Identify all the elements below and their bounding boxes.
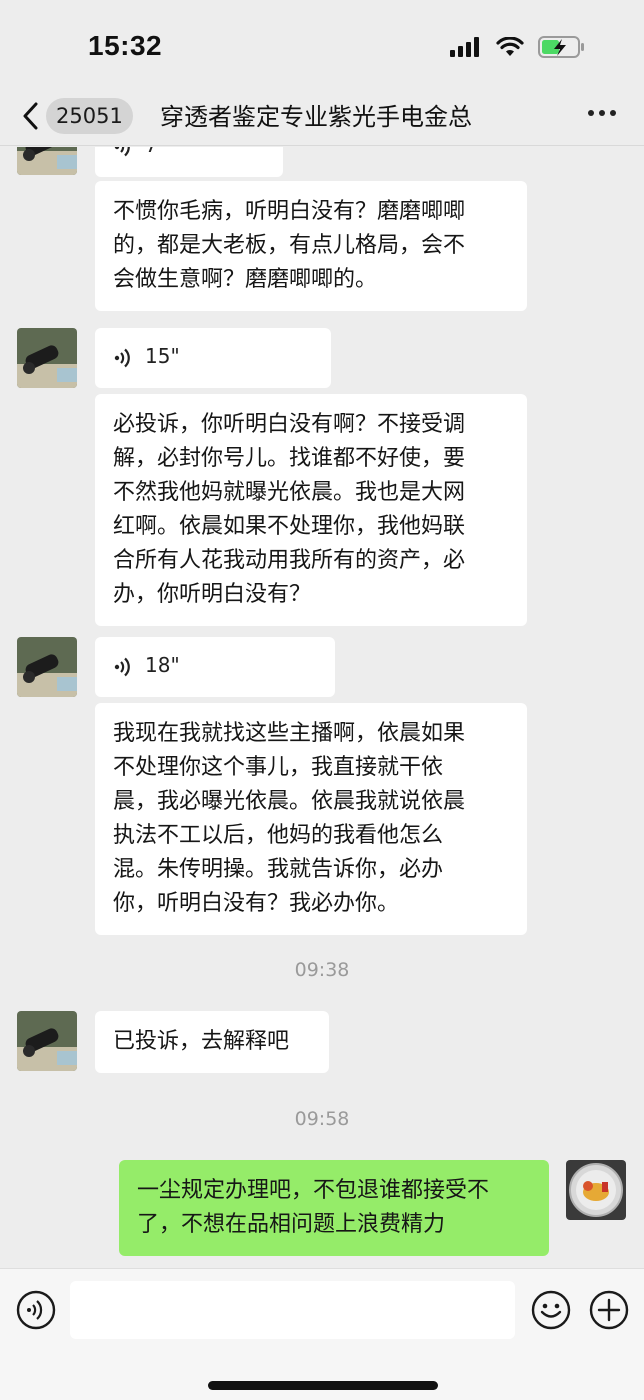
sent-message-bubble[interactable]: 一尘规定办理吧，不包退谁都接受不 了，不想在品相问题上浪费精力 [119, 1160, 549, 1256]
message-line: 会做生意啊？磨磨唧唧的。 [113, 267, 378, 292]
avatar-coin-image [566, 1160, 626, 1220]
message-line: 合所有人花我动用我所有的资产，必 [113, 548, 466, 573]
contact-avatar[interactable] [17, 1011, 77, 1071]
avatar-flashlight-image [17, 147, 77, 175]
message-bubble[interactable]: 不惯你毛病，听明白没有？磨磨唧唧 的，都是大老板，有点儿格局，会不 会做生意啊？… [95, 181, 527, 311]
message-line: 的，都是大老板，有点儿格局，会不 [113, 233, 466, 258]
contact-avatar[interactable] [17, 147, 77, 175]
wifi-icon [496, 37, 524, 56]
message-line: 已投诉，去解释吧 [113, 1029, 290, 1054]
voice-message[interactable]: 7 [95, 147, 283, 177]
chat-title: 穿透者鉴定专业紫光手电金总 [160, 103, 472, 131]
message-line: 不惯你毛病，听明白没有？磨磨唧唧 [113, 199, 466, 224]
message-line: 必投诉，你听明白没有啊？不接受调 [113, 412, 466, 437]
status-bar: 15:32 [0, 0, 644, 88]
message-line: 不然我他妈就曝光依晨。我也是大网 [113, 480, 466, 505]
chat-header: 25051 穿透者鉴定专业紫光手电金总 [0, 88, 644, 146]
timestamp: 09:58 [294, 1108, 350, 1130]
message-bubble[interactable]: 我现在我就找这些主播啊，依晨如果 不处理你这个事儿，我直接就干依 晨，我必曝光依… [95, 703, 527, 935]
contact-avatar[interactable] [17, 637, 77, 697]
message-list[interactable]: 7 不惯你毛病，听明白没有？磨磨唧唧 的，都是大老板，有点儿格局，会不 会做生意… [0, 147, 644, 1267]
message-bubble[interactable]: 必投诉，你听明白没有啊？不接受调 解，必封你号儿。找谁都不好使，要 不然我他妈就… [95, 394, 527, 626]
message-line: 我现在我就找这些主播啊，依晨如果 [113, 721, 466, 746]
timestamp: 09:38 [294, 959, 350, 981]
message-line: 办，你听明白没有？ [113, 582, 312, 607]
voice-input-icon[interactable] [15, 1289, 57, 1331]
status-time: 15:32 [88, 30, 163, 61]
message-line: 执法不工以后，他妈的我看他怎么 [113, 823, 444, 848]
message-input[interactable] [70, 1281, 515, 1339]
chevron-left-icon[interactable] [20, 101, 42, 131]
battery-charging-icon [538, 36, 584, 58]
voice-waves-icon [114, 657, 130, 677]
message-line: 红啊。依晨如果不处理你，我他妈联 [113, 514, 466, 539]
message-line: 一尘规定办理吧，不包退谁都接受不 [137, 1178, 490, 1203]
message-bubble[interactable]: 已投诉，去解释吧 [95, 1011, 329, 1073]
voice-duration: 18" [145, 653, 180, 677]
status-icons [450, 36, 586, 58]
input-bar [0, 1268, 644, 1400]
contact-avatar[interactable] [17, 328, 77, 388]
my-avatar[interactable] [566, 1160, 626, 1220]
plus-icon[interactable] [588, 1289, 630, 1331]
voice-message[interactable]: 18" [95, 637, 335, 697]
more-icon[interactable] [588, 110, 616, 116]
avatar-flashlight-image [17, 328, 77, 388]
unread-count-badge[interactable]: 25051 [46, 98, 133, 134]
message-line: 不处理你这个事儿，我直接就干依 [113, 755, 444, 780]
home-indicator [208, 1381, 438, 1390]
message-line: 你，听明白没有？我必办你。 [113, 891, 400, 916]
signal-icon [450, 37, 479, 57]
voice-duration: 15" [145, 344, 180, 368]
voice-waves-icon [114, 147, 130, 157]
message-line: 了，不想在品相问题上浪费精力 [137, 1212, 446, 1237]
message-line: 解，必封你号儿。找谁都不好使，要 [113, 446, 466, 471]
voice-waves-icon [114, 348, 130, 368]
avatar-flashlight-image [17, 637, 77, 697]
voice-message[interactable]: 15" [95, 328, 331, 388]
voice-duration: 7 [145, 147, 158, 157]
message-line: 混。朱传明操。我就告诉你，必办 [113, 857, 444, 882]
emoji-icon[interactable] [530, 1289, 572, 1331]
message-line: 晨，我必曝光依晨。依晨我就说依晨 [113, 789, 466, 814]
avatar-flashlight-image [17, 1011, 77, 1071]
